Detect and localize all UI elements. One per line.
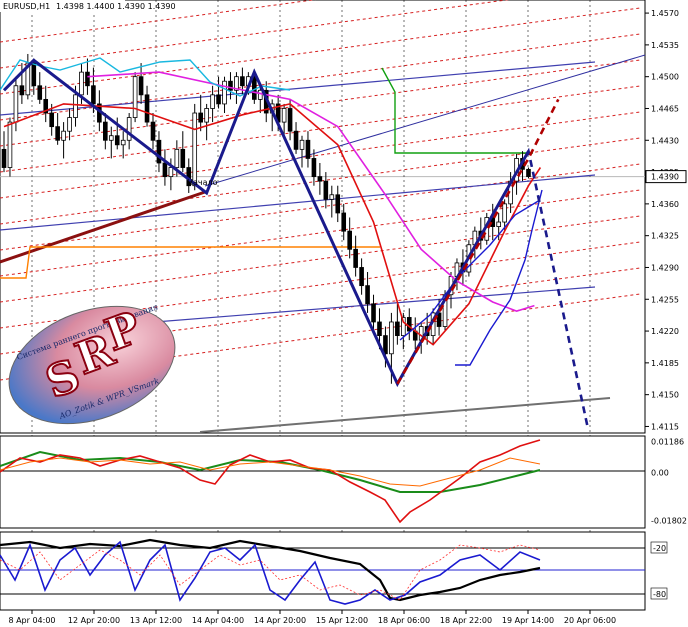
time-tick-label: 8 Apr 04:00 [8,616,55,625]
candle-body [103,121,108,141]
candle-body [162,162,168,178]
candle-body [341,212,347,232]
candle-body [353,248,358,268]
candle-body [168,167,174,178]
price-tick-label: 1.4115 [651,422,679,431]
candle-body [144,94,150,123]
time-tick-label: 19 Apr 14:00 [502,616,554,625]
time-tick-label: 15 Apr 12:00 [316,616,368,625]
candle-body [114,135,120,146]
candle-body [204,108,209,123]
candle-body [347,230,352,250]
time-tick-label: 18 Apr 22:00 [440,616,492,625]
price-tick-label: 1.4570 [651,9,679,18]
candle-body [85,71,90,87]
osc2-tick-label: -20 [653,544,666,553]
candle-body [138,76,144,96]
candle-body [19,85,25,96]
candle-body [293,130,299,150]
candle-body [126,117,132,141]
time-tick-label: 13 Apr 12:00 [130,616,182,625]
candle-body [406,317,412,332]
ohlc-label: 1.4398 1.4400 1.4390 1.4390 [56,2,176,11]
candle-body [526,168,531,178]
candle-body [31,62,37,87]
candle-body [150,121,156,141]
candle-body [174,148,180,168]
candle-body [55,126,60,141]
osc2-tick-label: -80 [653,590,666,599]
price-tick-label: 1.4465 [651,104,679,113]
candle-body [73,94,78,118]
oscillator-1-panel [0,435,646,529]
candle-body [365,285,370,305]
candle-body [216,94,221,105]
chart: Начало Система раннего прогнозирования S… [0,0,688,627]
time-tick-label: 12 Apr 20:00 [68,616,120,625]
osc1-tick-label: 0.00 [651,469,669,478]
price-tick-label: 1.4290 [651,263,679,272]
candle-body [329,194,335,200]
candle-body [37,85,43,100]
candle-body [13,85,19,123]
candle-body [61,130,66,141]
candle-body [281,108,287,123]
candle-body [180,148,186,168]
time-tick-label: 14 Apr 04:00 [192,616,244,625]
price-tick-label: 1.4255 [651,295,679,304]
candle-body [299,139,305,150]
candle-body [371,303,376,323]
symbol-label: EURUSD,H1 [3,2,50,11]
price-tick-label: 1.4150 [651,391,679,400]
price-tick-label: 1.4500 [651,73,679,82]
candle-body [240,76,245,87]
candle-body [383,335,388,355]
candle-body [192,112,198,187]
candle-body [67,117,72,132]
candle-body [108,135,114,141]
candle-body [222,80,227,105]
candle-body [198,112,203,123]
candle-body [395,321,400,337]
candle-body [359,267,364,287]
candle-body [496,221,501,227]
candle-body [156,139,162,164]
candle-body [132,76,138,118]
oscillator-2-panel [0,531,646,611]
candle-body [1,148,7,168]
candle-body [7,121,13,168]
candle-body [49,112,54,128]
candle-body [252,76,257,100]
price-tick-label: 1.4430 [651,136,679,145]
start-label: Начало [187,178,218,187]
osc1-tick-label: -0.01802 [651,516,687,525]
price-tick-label: 1.4325 [651,232,679,241]
candle-body [311,158,317,178]
current-price-label: 1.4390 [651,173,679,182]
price-tick-label: 1.4535 [651,41,679,50]
time-tick-label: 20 Apr 06:00 [564,616,616,625]
candle-body [287,108,293,132]
candle-body [502,203,507,223]
price-tick-label: 1.4220 [651,327,679,336]
candle-body [210,94,215,109]
candle-body [389,321,394,355]
candle-body [377,321,382,337]
candle-body [317,176,323,182]
candle-body [323,180,329,200]
osc1-tick-label: 0.01186 [651,437,684,446]
candle-body [120,139,126,146]
candle-body [305,139,311,159]
price-tick-label: 1.4185 [651,359,679,368]
candle-body [79,71,84,96]
candle-body [257,89,263,100]
candle-body [228,80,233,91]
candle-body [335,194,341,214]
price-tick-label: 1.4360 [651,200,679,209]
time-tick-label: 18 Apr 06:00 [378,616,430,625]
time-tick-label: 14 Apr 20:00 [254,616,306,625]
candle-body [91,85,96,105]
